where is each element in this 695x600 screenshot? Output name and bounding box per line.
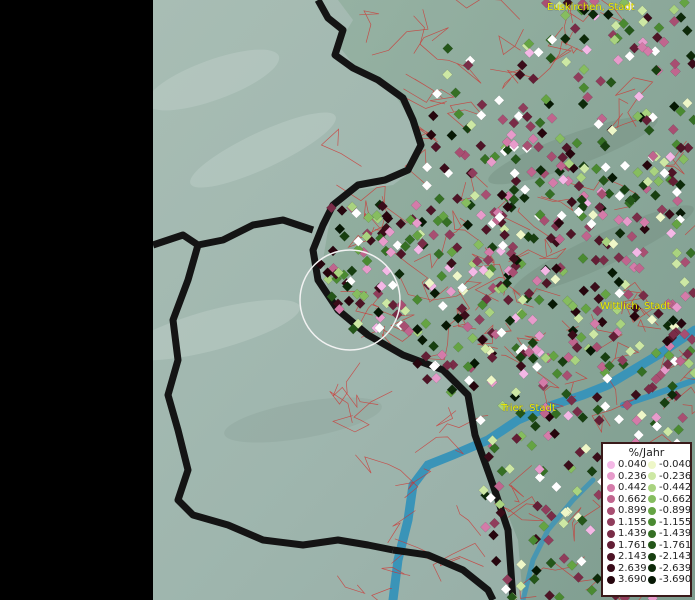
- legend-label: -0.662: [659, 493, 692, 505]
- legend-label: 1.761: [618, 539, 647, 551]
- legend-swatch: [648, 575, 656, 584]
- left-black-panel: [0, 0, 153, 600]
- legend-label: -1.761: [659, 539, 692, 551]
- legend-label: -0.236: [659, 470, 692, 482]
- legend-label: 0.040: [618, 459, 647, 470]
- legend-label: -0.040: [659, 459, 692, 470]
- legend-swatch: [607, 529, 615, 538]
- legend-entry: 1.439: [607, 528, 647, 540]
- legend-swatch: [648, 564, 656, 573]
- legend-entry: -0.236: [648, 471, 691, 483]
- legend-positive-column: 0.040 0.236 0.442 0.662 0.899 1.155 1.439 1.761…: [607, 459, 647, 586]
- place-label-trier: Trier, Stadt: [501, 403, 556, 414]
- legend-label: 0.236: [618, 470, 647, 482]
- legend-entry: 0.040: [607, 459, 647, 471]
- legend-swatch: [648, 460, 656, 469]
- legend-swatch: [648, 541, 656, 550]
- legend-swatch: [607, 541, 615, 550]
- legend-entry: -0.040: [648, 459, 691, 471]
- legend-swatch: [607, 483, 615, 492]
- legend-entry: 2.143: [607, 551, 647, 563]
- legend-label: -3.690: [659, 574, 692, 585]
- legend-entry: 0.662: [607, 494, 647, 506]
- legend-swatch: [607, 575, 615, 584]
- legend-title: %/Jahr: [628, 446, 665, 459]
- legend-label: 3.690: [618, 574, 647, 585]
- legend-swatch: [607, 518, 615, 527]
- legend-swatch: [648, 552, 656, 561]
- legend-label: 1.155: [618, 516, 647, 528]
- legend-label: -2.143: [659, 551, 692, 562]
- legend-entry: -1.155: [648, 517, 691, 529]
- legend-label: 0.442: [618, 482, 647, 493]
- place-label-euskirchen: Euskirchen, Stadt: [547, 2, 635, 13]
- legend-negative-column: -0.040 -0.236 -0.442 -0.662 -0.899 -1.155 -1.4…: [648, 459, 691, 586]
- legend-entry: -2.143: [648, 551, 691, 563]
- legend-entry: 0.442: [607, 482, 647, 494]
- legend-swatch: [607, 552, 615, 561]
- legend-label: 2.143: [618, 551, 647, 562]
- legend-swatch: [607, 506, 615, 515]
- legend-label: -1.155: [659, 516, 692, 528]
- legend-swatch: [648, 483, 656, 492]
- legend-label: 2.639: [618, 562, 647, 574]
- legend-entry: 0.899: [607, 505, 647, 517]
- legend-swatch: [607, 472, 615, 481]
- legend-entry: -1.761: [648, 540, 691, 552]
- legend-label: 0.899: [618, 505, 647, 516]
- legend-label: -2.639: [659, 562, 692, 574]
- legend-swatch: [607, 495, 615, 504]
- legend-swatch: [648, 529, 656, 538]
- legend-entry: -0.442: [648, 482, 691, 494]
- legend-entry: -0.899: [648, 505, 691, 517]
- legend-swatch: [648, 495, 656, 504]
- legend-entry: 0.236: [607, 471, 647, 483]
- legend-entry: 1.155: [607, 517, 647, 529]
- legend-entry: 2.639: [607, 563, 647, 575]
- place-label-wittlich: Wittlich, Stadt: [600, 301, 671, 312]
- legend-entry: -1.439: [648, 528, 691, 540]
- legend-entry: 3.690: [607, 574, 647, 586]
- legend-swatch: [648, 472, 656, 481]
- legend-swatch: [607, 564, 615, 573]
- legend-label: 0.662: [618, 493, 647, 505]
- legend-swatch: [607, 460, 615, 469]
- legend-label: -0.442: [659, 482, 692, 493]
- legend-swatch: [648, 518, 656, 527]
- legend-entry: -2.639: [648, 563, 691, 575]
- legend-entry: -0.662: [648, 494, 691, 506]
- legend-swatch: [648, 506, 656, 515]
- legend-entry: 1.761: [607, 540, 647, 552]
- legend-label: -0.899: [659, 505, 692, 516]
- legend-label: -1.439: [659, 528, 692, 539]
- legend-label: 1.439: [618, 528, 647, 539]
- map-legend: %/Jahr 0.040 0.236 0.442 0.662 0.899 1.155 1.4…: [601, 442, 692, 597]
- legend-entry: -3.690: [648, 574, 691, 586]
